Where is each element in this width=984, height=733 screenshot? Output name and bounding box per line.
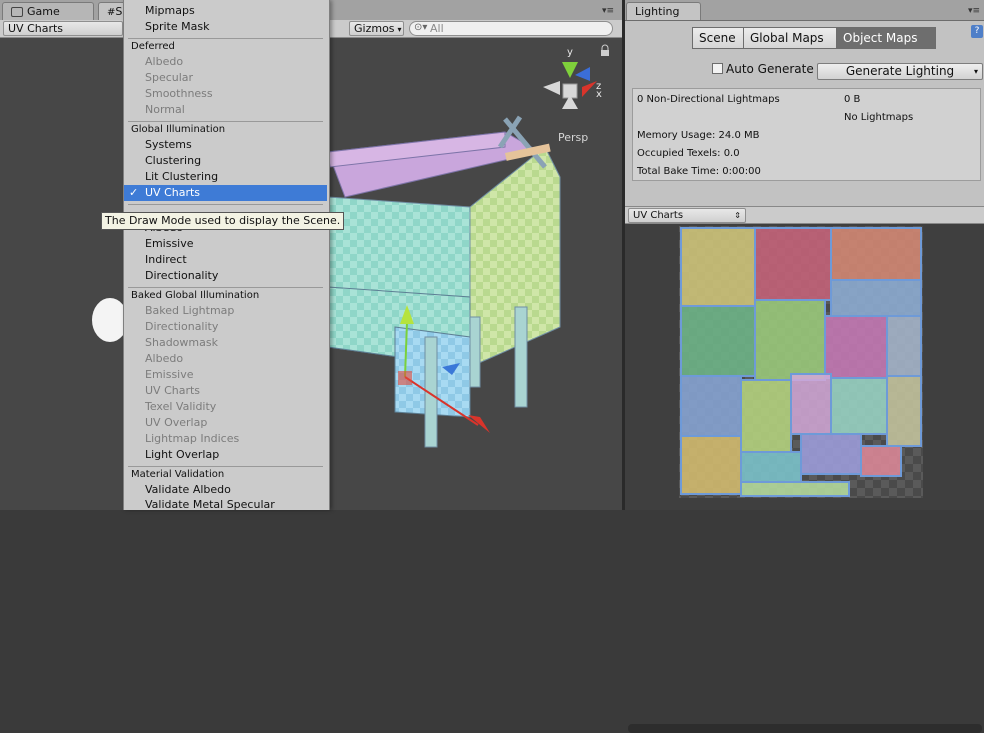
tab-game-label: Game <box>27 5 60 18</box>
generate-lighting-label: Generate Lighting <box>845 64 955 78</box>
menu-separator <box>128 466 323 467</box>
menu-header-global-illumination: Global Illumination <box>131 124 226 135</box>
menu-item-uv-charts-label: UV Charts <box>145 186 201 199</box>
menu-item-lightmap-indices: Lightmap Indices <box>145 432 240 445</box>
menu-item-uv-charts-selected[interactable]: ✓ UV Charts <box>124 185 327 201</box>
menu-item-realtime-directionality[interactable]: Directionality <box>124 268 327 284</box>
auto-generate-label: Auto Generate <box>726 62 814 76</box>
draw-mode-menu: Mipmaps Sprite Mask Deferred Albedo Spec… <box>123 0 330 513</box>
mode-tab-scene[interactable]: Scene <box>692 27 744 49</box>
preview-toolbar: UV Charts ⇕ <box>625 206 984 224</box>
chevron-down-icon: ▾ <box>397 25 402 34</box>
auto-generate-checkbox[interactable] <box>712 63 723 74</box>
persp-label[interactable]: Persp <box>558 131 588 144</box>
menu-item-deferred-smoothness: Smoothness <box>145 87 213 100</box>
house-model[interactable] <box>327 115 561 448</box>
draw-mode-dropdown[interactable]: UV Charts <box>3 21 123 36</box>
menu-item-lit-clustering[interactable]: Lit Clustering <box>124 169 327 185</box>
menu-separator <box>128 287 323 288</box>
menu-item-clustering[interactable]: Clustering <box>124 153 327 169</box>
menu-item-realtime-indirect[interactable]: Indirect <box>124 252 327 268</box>
occupied-texels-text: Occupied Texels: 0.0 <box>637 148 740 159</box>
lighting-tab-bar: Lighting ▾≡ <box>625 0 984 21</box>
mode-tab-global-maps[interactable]: Global Maps <box>743 27 837 49</box>
no-lightmaps-text: No Lightmaps <box>844 112 914 123</box>
tab-lighting[interactable]: Lighting <box>626 2 701 20</box>
menu-item-uv-overlap: UV Overlap <box>145 416 208 429</box>
preview-horizontal-scrollbar[interactable] <box>628 724 982 733</box>
gizmos-dropdown[interactable]: Gizmos ▾ <box>349 21 404 36</box>
chevron-updown-icon: ⇕ <box>734 211 741 220</box>
chevron-down-icon[interactable]: ▾ <box>974 64 978 79</box>
menu-item-systems[interactable]: Systems <box>124 137 327 153</box>
checkmark-icon: ✓ <box>129 186 139 199</box>
preview-mode-label: UV Charts <box>633 210 684 221</box>
menu-item-texel-validity: Texel Validity <box>145 400 217 413</box>
menu-item-validate-metal-specular[interactable]: Validate Metal Specular <box>124 497 327 513</box>
search-icon: ⊙▾ <box>414 22 428 33</box>
menu-item-baked-uv-charts: UV Charts <box>145 384 201 397</box>
gizmo-axis-y-label: y <box>567 47 573 58</box>
gizmos-label: Gizmos <box>354 22 395 35</box>
scene-search-input[interactable]: ⊙▾ All <box>409 21 613 36</box>
gizmo-axis-x-label: x <box>596 89 602 100</box>
scene-tab-menu-icon[interactable]: ▾≡ <box>602 6 614 16</box>
menu-header-material-validation: Material Validation <box>131 469 225 480</box>
uv-chart-preview[interactable] <box>625 224 984 733</box>
menu-item-baked-lightmap: Baked Lightmap <box>145 304 235 317</box>
menu-item-sprite-mask[interactable]: Sprite Mask <box>124 19 327 35</box>
orientation-gizmo[interactable]: y z x <box>543 47 602 109</box>
lighting-tab-label: Lighting <box>635 5 680 18</box>
menu-item-light-overlap[interactable]: Light Overlap <box>124 447 327 463</box>
menu-item-deferred-specular: Specular <box>145 71 194 84</box>
lighting-panel: Lighting ▾≡ ? Scene Global Maps Object M… <box>622 0 984 733</box>
menu-item-baked-directionality: Directionality <box>145 320 219 333</box>
uv-chart-islands <box>680 227 922 497</box>
menu-item-baked-emissive: Emissive <box>145 368 194 381</box>
help-icon[interactable]: ? <box>971 25 983 38</box>
menu-item-deferred-normal: Normal <box>145 103 185 116</box>
draw-mode-label: UV Charts <box>8 22 64 35</box>
tab-game[interactable]: Game <box>2 2 94 20</box>
mode-tab-object-maps[interactable]: Object Maps <box>836 27 936 49</box>
menu-item-deferred-albedo: Albedo <box>145 55 184 68</box>
lock-icon[interactable] <box>601 44 609 56</box>
generate-lighting-button[interactable]: Generate Lighting ▾ <box>817 63 983 80</box>
lightmap-info-box: 0 Non-Directional Lightmaps 0 B No Light… <box>632 88 981 181</box>
game-icon <box>11 7 23 17</box>
uv-chart-image <box>679 226 923 498</box>
menu-item-realtime-emissive[interactable]: Emissive <box>124 236 327 252</box>
menu-separator <box>128 204 323 205</box>
search-placeholder: All <box>430 22 444 35</box>
bake-time-text: Total Bake Time: 0:00:00 <box>637 166 761 177</box>
menu-separator <box>128 121 323 122</box>
menu-item-mipmaps[interactable]: Mipmaps <box>124 3 327 19</box>
menu-item-baked-shadowmask: Shadowmask <box>145 336 218 349</box>
menu-header-baked-gi: Baked Global Illumination <box>131 290 260 301</box>
menu-item-validate-albedo[interactable]: Validate Albedo <box>124 482 327 498</box>
memory-usage-text: Memory Usage: 24.0 MB <box>637 130 760 141</box>
lighting-tab-menu-icon[interactable]: ▾≡ <box>968 6 980 16</box>
menu-header-deferred: Deferred <box>131 41 175 52</box>
lightmap-count-text: 0 Non-Directional Lightmaps <box>637 94 780 105</box>
tab-scene-label: S <box>115 5 123 18</box>
menu-item-baked-albedo: Albedo <box>145 352 184 365</box>
lightmap-size-text: 0 B <box>844 94 861 105</box>
preview-mode-dropdown[interactable]: UV Charts ⇕ <box>628 208 746 223</box>
draw-mode-tooltip: The Draw Mode used to display the Scene. <box>101 212 345 230</box>
menu-separator <box>128 38 323 39</box>
